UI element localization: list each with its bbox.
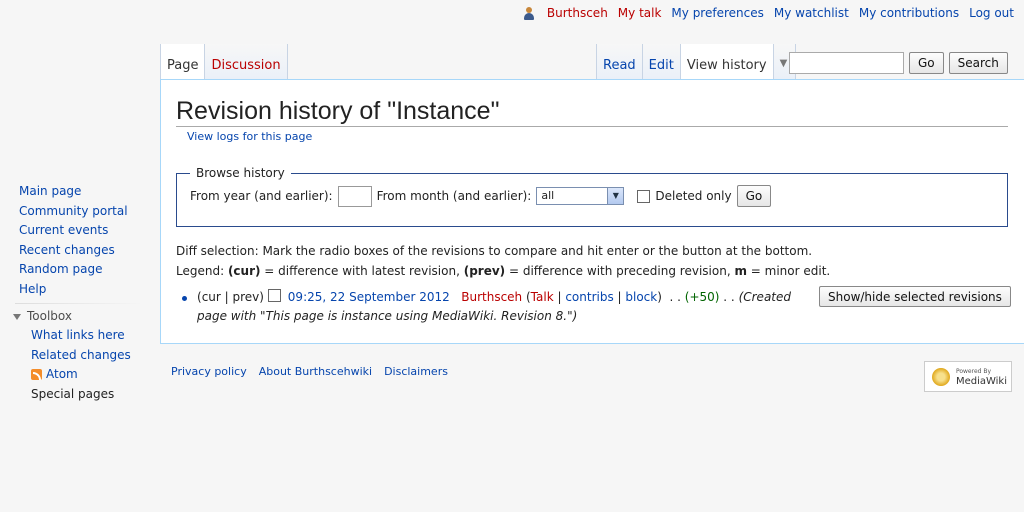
tab-discussion-label: Discussion <box>211 58 281 73</box>
what-links-here-label: What links here <box>31 328 125 342</box>
sidebar-item-current-events[interactable]: Current events <box>19 221 143 241</box>
content-sub: View logs for this page <box>187 130 312 143</box>
my-talk-link[interactable]: My talk <box>618 6 662 20</box>
cur-text: cur <box>201 290 221 304</box>
search-button[interactable]: Search <box>948 52 1008 74</box>
tab-edit[interactable]: Edit <box>642 44 681 80</box>
sidebar: Main page Community portal Current event… <box>13 182 143 405</box>
namespace-tabs: Page Discussion <box>160 44 288 80</box>
disclaimers-link[interactable]: Disclaimers <box>384 365 448 378</box>
browse-go-button[interactable]: Go <box>736 185 772 207</box>
toolbox-item-special-pages[interactable]: Special pages <box>31 385 143 405</box>
tab-read[interactable]: Read <box>596 44 643 80</box>
deleted-only-label: Deleted only <box>655 189 732 203</box>
legend-prev-desc: = difference with preceding revision, <box>505 264 735 278</box>
powered-by-mediawiki-badge[interactable]: Powered By MediaWiki <box>924 361 1012 392</box>
tab-page[interactable]: Page <box>160 44 206 80</box>
month-select[interactable]: all ▼ <box>536 187 625 205</box>
search-form: Go Search <box>789 52 1008 74</box>
sidebar-item-community-portal[interactable]: Community portal <box>19 202 143 222</box>
revision-size-diff: (+50) <box>684 290 720 304</box>
tab-edit-label: Edit <box>648 58 674 73</box>
tab-view-history[interactable]: View history <box>680 44 774 80</box>
related-changes-label: Related changes <box>31 347 131 362</box>
year-label: From year (and earlier): <box>190 189 333 203</box>
legend-minor-desc: = minor edit. <box>746 264 831 278</box>
legend-prev: (prev) <box>463 264 506 278</box>
tab-discussion[interactable]: Discussion <box>205 44 288 80</box>
my-preferences-link[interactable]: My preferences <box>671 6 763 20</box>
tab-page-label: Page <box>167 58 199 73</box>
search-input[interactable] <box>789 52 904 74</box>
sidebar-item-random-page[interactable]: Random page <box>19 260 143 280</box>
content-area: Revision history of "Instance" View logs… <box>160 79 1024 344</box>
user-page-link[interactable]: Burthsceh <box>547 6 608 20</box>
tab-read-label: Read <box>603 58 636 73</box>
mediawiki-logo-icon <box>929 365 953 389</box>
user-icon <box>523 6 535 20</box>
special-pages-label: Special pages <box>31 386 115 401</box>
month-label: From month (and earlier): <box>376 189 532 203</box>
powered-by-mediawiki: MediaWiki <box>955 375 1007 387</box>
my-contributions-link[interactable]: My contributions <box>859 6 959 20</box>
search-go-button[interactable]: Go <box>909 52 944 74</box>
browse-history-fieldset: Browse history From year (and earlier): … <box>176 166 1008 227</box>
toolbox-toggle[interactable]: Toolbox <box>13 307 143 326</box>
revision-contribs-link[interactable]: contribs <box>565 290 613 304</box>
view-logs-link[interactable]: View logs for this page <box>187 130 312 143</box>
revision-checkbox[interactable] <box>267 289 281 302</box>
revision-row: (cur | prev) 09:25, 22 September 2012 Bu… <box>197 289 791 323</box>
sidebar-divider <box>15 303 143 304</box>
toolbox-title: Toolbox <box>27 309 72 323</box>
sidebar-item-help[interactable]: Help <box>19 280 143 300</box>
legend-minor: m <box>734 264 747 278</box>
logout-link[interactable]: Log out <box>969 6 1014 20</box>
personal-tools: Burthsceh My talk My preferences My watc… <box>523 6 1014 20</box>
year-input[interactable] <box>337 185 372 207</box>
page-title: Revision history of "Instance" <box>176 96 1008 127</box>
revision-user-link[interactable]: Burthsceh <box>461 290 522 304</box>
about-link[interactable]: About Burthscehwiki <box>259 365 372 378</box>
powered-by-small: Powered By <box>955 367 992 375</box>
atom-label: Atom <box>46 367 78 381</box>
legend-cur-desc: = difference with latest revision, <box>260 264 464 278</box>
toolbox-item-related-changes[interactable]: Related changes <box>31 346 143 366</box>
revision-timestamp-link[interactable]: 09:25, 22 September 2012 <box>288 290 450 304</box>
month-select-value: all <box>541 189 555 202</box>
rss-feed-icon <box>31 369 42 381</box>
triangle-down-icon <box>13 313 21 320</box>
revision-user-talk-link[interactable]: Talk <box>531 290 554 304</box>
tab-view-history-label: View history <box>686 58 767 73</box>
sidebar-item-recent-changes[interactable]: Recent changes <box>19 241 143 261</box>
revision-block-link[interactable]: block <box>625 290 657 304</box>
deleted-only-checkbox[interactable] <box>637 189 651 203</box>
legend-cur: (cur) <box>227 264 261 278</box>
my-watchlist-link[interactable]: My watchlist <box>774 6 849 20</box>
footer-links: Privacy policy About Burthscehwiki Discl… <box>171 365 448 378</box>
toolbox-item-what-links-here[interactable]: What links here <box>31 326 143 346</box>
diff-selection-text: Diff selection: Mark the radio boxes of … <box>176 244 813 258</box>
legend-text: Legend: (cur) = difference with latest r… <box>176 261 830 281</box>
toolbox-item-atom[interactable]: Atom <box>31 365 143 385</box>
legend-prefix: Legend: <box>176 264 228 278</box>
bullet-icon <box>182 296 187 301</box>
history-list: (cur | prev) 09:25, 22 September 2012 Bu… <box>176 288 806 326</box>
prev-text: prev <box>232 290 260 304</box>
browse-history-row: From year (and earlier): From month (and… <box>190 185 994 207</box>
browse-history-legend: Browse history <box>196 166 285 180</box>
sidebar-item-main-page[interactable]: Main page <box>19 182 143 202</box>
diff-instructions: Diff selection: Mark the radio boxes of … <box>176 241 830 281</box>
show-hide-revisions-button[interactable]: Show/hide selected revisions <box>819 286 1011 307</box>
powered-by-text: Powered By MediaWiki <box>956 367 1007 387</box>
chevron-down-icon: ▼ <box>607 188 624 204</box>
view-tabs: Read Edit View history ▼ <box>596 44 796 80</box>
privacy-policy-link[interactable]: Privacy policy <box>171 365 247 378</box>
